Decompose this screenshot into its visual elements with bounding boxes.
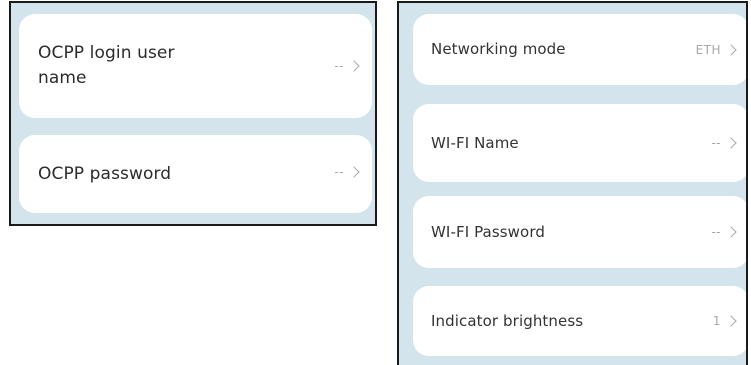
wifi-password-value-group: --: [711, 225, 737, 239]
ocpp-settings-panel: OCPP login user name -- OCPP password --: [9, 1, 377, 226]
chevron-right-icon: [725, 137, 737, 149]
ocpp-login-user-name-value-group: --: [334, 59, 360, 73]
ocpp-password-label: OCPP password: [38, 163, 172, 184]
networking-mode-value-group: ETH: [696, 43, 737, 57]
chevron-right-icon: [725, 226, 737, 238]
chevron-right-icon: [348, 60, 360, 72]
indicator-brightness-label: Indicator brightness: [431, 311, 584, 330]
chevron-right-icon: [725, 315, 737, 327]
ocpp-login-user-name-value: --: [334, 59, 344, 73]
ocpp-login-user-name-label: OCPP login user name: [38, 43, 175, 88]
wifi-password-label: WI-FI Password: [431, 222, 545, 241]
networking-mode-label: Networking mode: [431, 40, 566, 58]
indicator-brightness-value-group: 1: [713, 314, 737, 328]
wifi-name-value: --: [711, 136, 721, 150]
ocpp-password-value-group: --: [334, 165, 360, 179]
wifi-name-row[interactable]: WI-FI Name --: [413, 104, 746, 182]
wifi-password-value: --: [711, 225, 721, 239]
networking-mode-row[interactable]: Networking mode ETH: [413, 14, 746, 85]
ocpp-password-value: --: [334, 165, 344, 179]
wifi-name-label: WI-FI Name: [431, 133, 519, 152]
ocpp-login-user-name-row[interactable]: OCPP login user name --: [19, 14, 372, 118]
indicator-brightness-row[interactable]: Indicator brightness 1: [413, 286, 746, 356]
networking-mode-value: ETH: [695, 42, 721, 57]
chevron-right-icon: [725, 43, 737, 56]
indicator-brightness-value: 1: [712, 314, 721, 328]
chevron-right-icon: [348, 166, 360, 178]
wifi-name-value-group: --: [711, 136, 737, 150]
wifi-password-row[interactable]: WI-FI Password --: [413, 196, 746, 268]
network-settings-panel: Networking mode ETH WI-FI Name -- WI-FI …: [397, 1, 748, 365]
ocpp-password-row[interactable]: OCPP password --: [19, 135, 372, 213]
